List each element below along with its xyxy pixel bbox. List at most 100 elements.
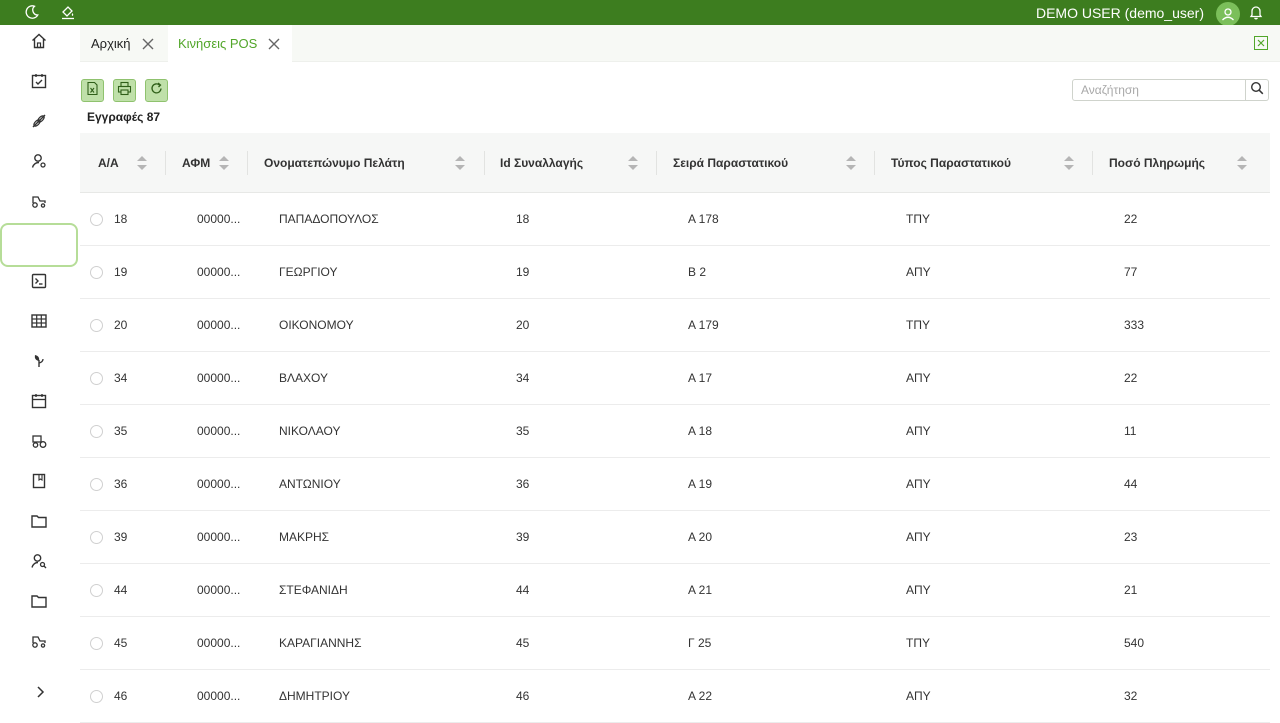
table-row[interactable]: 45 00000... ΚΑΡΑΓΙΑΝΝΗΣ 45 Γ 25 ΤΠΥ 540	[80, 617, 1270, 670]
close-all-tabs-icon[interactable]	[1254, 36, 1268, 50]
row-select-radio[interactable]	[90, 372, 103, 385]
sort-icon[interactable]	[136, 133, 148, 193]
sidebar-item-tractor[interactable]	[0, 183, 78, 223]
table-cell: Α 18	[688, 424, 713, 438]
table-row[interactable]: 35 00000... ΝΙΚΟΛΑΟΥ 35 Α 18 ΑΠΥ 11	[80, 405, 1270, 458]
column-separator[interactable]	[165, 151, 166, 175]
calendar-icon	[30, 392, 48, 415]
search-button[interactable]	[1246, 79, 1269, 101]
table-row[interactable]: 36 00000... ΑΝΤΩΝΙΟΥ 36 Α 19 ΑΠΥ 44	[80, 458, 1270, 511]
sidebar-item-seed[interactable]	[0, 103, 78, 143]
sidebar-item-active[interactable]	[0, 223, 78, 267]
table-row[interactable]: 20 00000... ΟΙΚΟΝΟΜΟΥ 20 Α 179 ΤΠΥ 333	[80, 299, 1270, 352]
sort-icon[interactable]	[218, 133, 230, 193]
column-header[interactable]: Ονοματεπώνυμο Πελάτη	[264, 133, 405, 193]
table-cell: Α 21	[688, 583, 713, 597]
column-header[interactable]: Id Συναλλαγής	[500, 133, 583, 193]
row-select-radio[interactable]	[90, 213, 103, 226]
table-cell: ΟΙΚΟΝΟΜΟΥ	[279, 318, 354, 332]
chevron-right-icon	[33, 685, 47, 704]
tab-home[interactable]: Αρχική	[80, 25, 166, 62]
table-cell: 39	[516, 530, 530, 544]
column-separator[interactable]	[874, 151, 875, 175]
user-avatar-icon[interactable]	[1216, 2, 1240, 26]
sidebar-item-user-settings[interactable]	[0, 143, 78, 183]
column-separator[interactable]	[1092, 151, 1093, 175]
column-header[interactable]: ΑΦΜ	[182, 133, 210, 193]
row-select-radio[interactable]	[90, 266, 103, 279]
table-row[interactable]: 44 00000... ΣΤΕΦΑΝΙΔΗ 44 Α 21 ΑΠΥ 21	[80, 564, 1270, 617]
table-cell: 45	[114, 636, 128, 650]
sidebar-item-folder[interactable]	[0, 503, 78, 543]
row-select-radio[interactable]	[90, 425, 103, 438]
paint-bucket-icon[interactable]	[58, 2, 78, 22]
sort-icon[interactable]	[845, 133, 857, 193]
table-cell: ΑΠΥ	[906, 265, 931, 279]
table-cell: 34	[516, 371, 530, 385]
table-cell: 00000...	[197, 477, 241, 491]
table-cell: ΑΠΥ	[906, 371, 931, 385]
column-header[interactable]: Α/Α	[98, 133, 119, 193]
home-icon	[30, 32, 48, 55]
table-row[interactable]: 34 00000... ΒΛΑΧΟΥ 34 Α 17 ΑΠΥ 22	[80, 352, 1270, 405]
sidebar-item-home[interactable]	[0, 23, 78, 63]
row-select-radio[interactable]	[90, 690, 103, 703]
table-cell: 00000...	[197, 371, 241, 385]
table-row[interactable]: 19 00000... ΓΕΩΡΓΙΟΥ 19 Β 2 ΑΠΥ 77	[80, 246, 1270, 299]
search-icon	[1250, 81, 1264, 100]
table-cell: 00000...	[197, 212, 241, 226]
column-header[interactable]: Σειρά Παραστατικού	[673, 133, 788, 193]
table-cell: 45	[516, 636, 530, 650]
sidebar-item-folder-open[interactable]	[0, 583, 78, 623]
sidebar-item-book[interactable]	[0, 463, 78, 503]
table-cell: 19	[516, 265, 530, 279]
printer-icon	[117, 81, 132, 101]
sidebar-expand-button[interactable]	[30, 684, 50, 704]
column-separator[interactable]	[484, 151, 485, 175]
sidebar-item-plant[interactable]	[0, 343, 78, 383]
row-select-radio[interactable]	[90, 531, 103, 544]
sort-icon[interactable]	[1063, 133, 1075, 193]
table-cell: Α 22	[688, 689, 713, 703]
sidebar-item-tractor-front[interactable]	[0, 423, 78, 463]
sidebar-item-calendar[interactable]	[0, 383, 78, 423]
user-label[interactable]: DEMO USER (demo_user)	[1036, 5, 1204, 21]
row-select-radio[interactable]	[90, 584, 103, 597]
close-icon[interactable]	[267, 37, 281, 51]
sidebar-item-user-search[interactable]	[0, 543, 78, 583]
search-input[interactable]	[1072, 79, 1246, 101]
column-header[interactable]: Τύπος Παραστατικού	[891, 133, 1011, 193]
column-header[interactable]: Ποσό Πληρωμής	[1109, 133, 1205, 193]
close-icon[interactable]	[141, 37, 155, 51]
table-row[interactable]: 39 00000... ΜΑΚΡΗΣ 39 Α 20 ΑΠΥ 23	[80, 511, 1270, 564]
table-cell: ΑΠΥ	[906, 477, 931, 491]
tab-bar: Αρχική Κινήσεις POS	[80, 25, 1280, 62]
export-excel-button[interactable]	[81, 79, 104, 102]
moon-icon[interactable]	[22, 2, 42, 22]
calendar-check-icon	[30, 72, 48, 95]
table-cell: 00000...	[197, 583, 241, 597]
table-row[interactable]: 46 00000... ΔΗΜΗΤΡΙΟΥ 46 Α 22 ΑΠΥ 32	[80, 670, 1270, 723]
sidebar-item-calendar-check[interactable]	[0, 63, 78, 103]
table-row[interactable]: 18 00000... ΠΑΠΑΔΟΠΟΥΛΟΣ 18 Α 178 ΤΠΥ 22	[80, 193, 1270, 246]
refresh-button[interactable]	[145, 79, 168, 102]
table-cell: ΑΠΥ	[906, 689, 931, 703]
sort-icon[interactable]	[1236, 133, 1248, 193]
folder-open-icon	[30, 592, 48, 615]
column-separator[interactable]	[247, 151, 248, 175]
row-select-radio[interactable]	[90, 478, 103, 491]
tab-pos-transactions[interactable]: Κινήσεις POS	[168, 25, 292, 62]
sort-icon[interactable]	[627, 133, 639, 193]
sidebar-item-tractor-side[interactable]	[0, 623, 78, 663]
table-cell: ΤΠΥ	[906, 636, 930, 650]
sidebar-item-terminal[interactable]	[0, 263, 78, 303]
print-button[interactable]	[113, 79, 136, 102]
bell-icon[interactable]	[1246, 2, 1266, 22]
user-settings-icon	[30, 152, 48, 175]
sort-icon[interactable]	[454, 133, 466, 193]
column-separator[interactable]	[656, 151, 657, 175]
row-select-radio[interactable]	[90, 637, 103, 650]
table-cell: 77	[1124, 265, 1138, 279]
sidebar-item-table[interactable]	[0, 303, 78, 343]
row-select-radio[interactable]	[90, 319, 103, 332]
